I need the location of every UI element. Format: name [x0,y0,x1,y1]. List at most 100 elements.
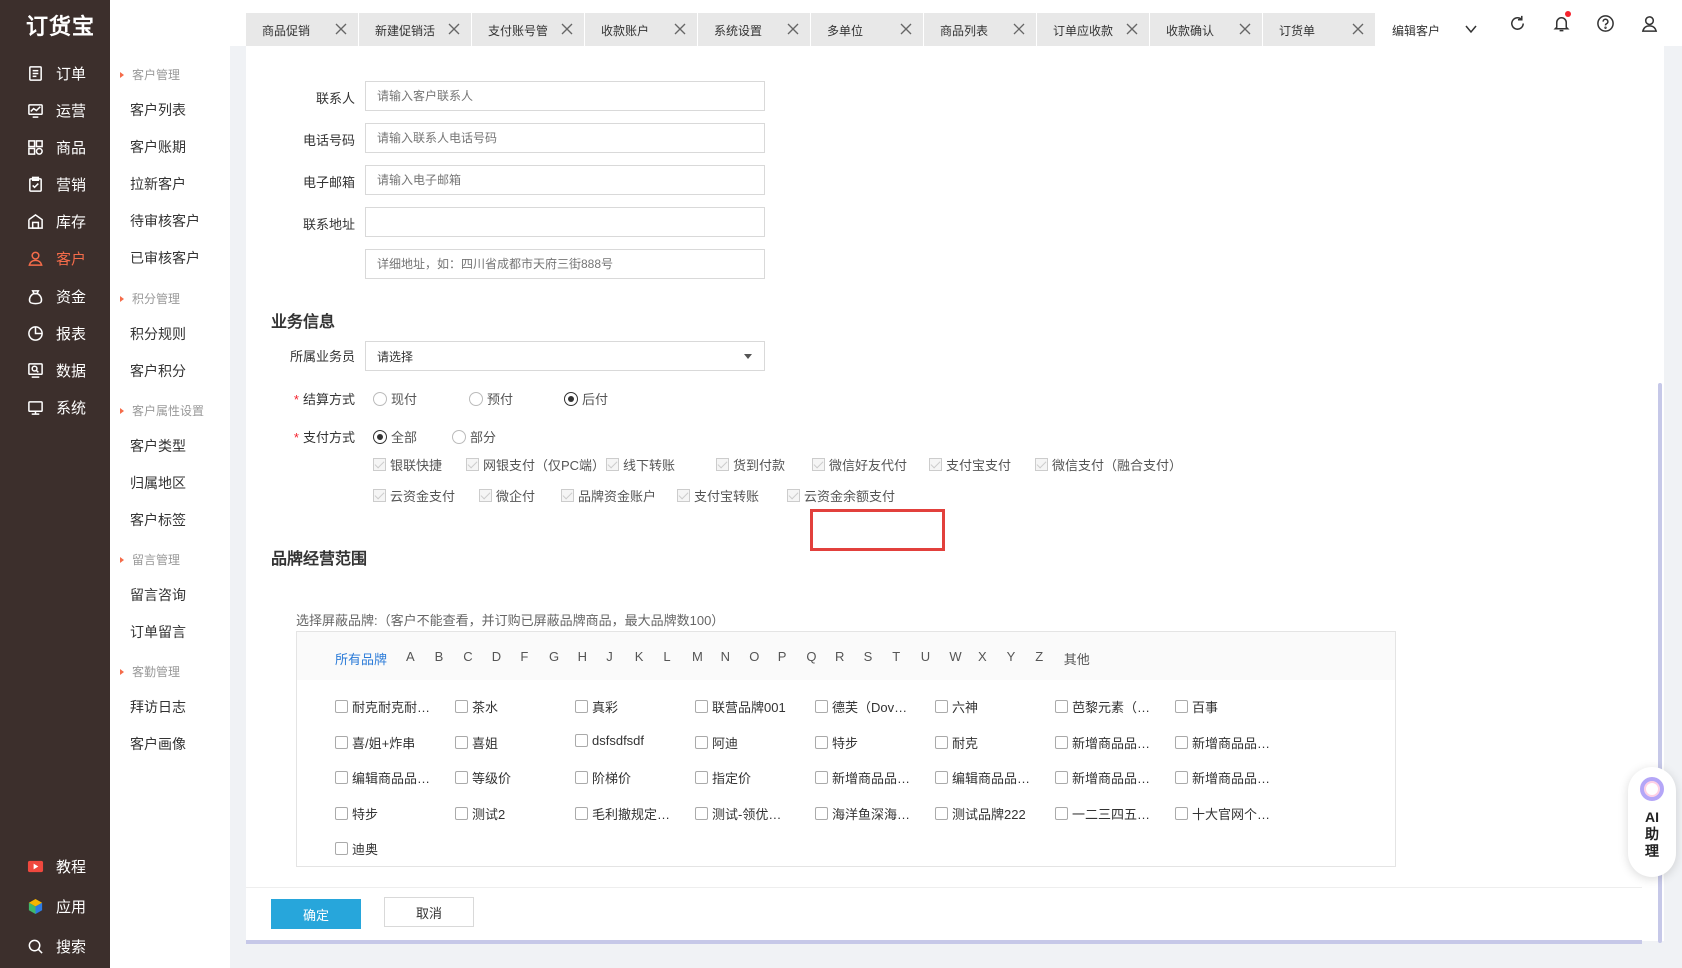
payment-method-checkbox[interactable]: 云资金余额支付 [787,486,895,505]
brand-checkbox[interactable]: 测试品牌222 [935,804,1026,823]
nav-item-system[interactable]: 系统 [0,387,110,427]
payment-method-checkbox[interactable]: 线下转账 [606,455,675,474]
brand-checkbox[interactable]: 新增商品品… [1055,768,1150,787]
payment-method-checkbox[interactable]: 微企付 [479,486,535,505]
tab-item[interactable]: 商品促销 [246,13,358,48]
tab-item[interactable]: 收款账户 [585,13,697,48]
brand-letter-filter-item[interactable]: O [749,649,759,664]
brand-checkbox[interactable]: 喜/姐+炸串 [335,733,415,752]
payment-method-checkbox[interactable]: 网银支付（仅PC端） [466,455,605,474]
brand-checkbox[interactable]: 特步 [335,804,378,823]
close-icon[interactable] [1125,22,1139,36]
brand-checkbox[interactable]: 测试2 [455,804,505,823]
subnav-item-region[interactable]: 归属地区 [130,473,186,493]
subnav-item-message[interactable]: 留言咨询 [130,585,186,605]
brand-checkbox[interactable]: 喜姐 [455,733,498,752]
cancel-button[interactable]: 取消 [384,897,474,927]
horizontal-scrollbar[interactable] [246,940,1642,944]
subnav-item-customer-portrait[interactable]: 客户画像 [130,734,186,754]
brand-checkbox[interactable]: 一二三四五… [1055,804,1150,823]
nav-item-report[interactable]: 报表 [0,313,110,353]
brand-checkbox[interactable]: 特步 [815,733,858,752]
payment-method-checkbox[interactable]: 品牌资金账户 [561,486,656,505]
brand-letter-filter-item[interactable]: X [978,649,987,664]
brand-checkbox[interactable]: 编辑商品品… [335,768,430,787]
subnav-item-customer-type[interactable]: 客户类型 [130,436,186,456]
brand-letter-filter-item[interactable]: B [435,649,444,664]
payment-method-checkbox[interactable]: 支付宝支付 [929,455,1011,474]
nav-item-apps[interactable]: 应用 [0,886,110,926]
subnav-item-approved-customer[interactable]: 已审核客户 [130,248,200,268]
salesperson-select[interactable]: 请选择 [365,341,765,371]
brand-checkbox[interactable]: 阿迪 [695,733,738,752]
close-icon[interactable] [786,22,800,36]
payment-method-checkbox[interactable]: 银联快捷 [373,455,442,474]
brand-checkbox[interactable]: 阶梯价 [575,768,631,787]
brand-letter-filter-item[interactable]: U [921,649,930,664]
subnav-item-customer-tag[interactable]: 客户标签 [130,510,186,530]
tab-item[interactable]: 商品列表 [924,13,1036,48]
brand-letter-filter-item[interactable]: P [778,649,787,664]
address-input[interactable] [365,207,765,237]
payment-method-checkbox[interactable]: 云资金支付 [373,486,455,505]
brand-checkbox[interactable]: 新增商品品… [1175,733,1270,752]
close-icon[interactable] [899,22,913,36]
close-icon[interactable] [1351,22,1365,36]
brand-letter-filter-item[interactable]: F [520,649,528,664]
brand-letter-filter-item[interactable]: Y [1007,649,1016,664]
tab-item[interactable]: 多单位 [811,13,923,48]
brand-checkbox[interactable]: 芭黎元素（… [1055,697,1150,716]
email-input[interactable] [365,165,765,195]
tab-item[interactable]: 新建促销活 [359,13,471,48]
brand-letter-filter-item[interactable]: M [692,649,703,664]
brand-checkbox[interactable]: 德芙（Dov… [815,697,907,716]
phone-input[interactable] [365,123,765,153]
close-icon[interactable] [560,22,574,36]
brand-letter-filter-item[interactable]: D [492,649,501,664]
confirm-button[interactable]: 确定 [271,899,361,929]
nav-item-goods[interactable]: 商品 [0,127,110,167]
nav-item-fund[interactable]: 资金 [0,276,110,316]
brand-letter-filter-item[interactable]: J [606,649,613,664]
subnav-item-pending-customer[interactable]: 待审核客户 [130,211,200,231]
help-icon[interactable] [1594,12,1616,34]
brand-checkbox[interactable]: 测试-领优… [695,804,781,823]
brand-letter-filter-item[interactable]: A [406,649,415,664]
brand-letter-filter-item[interactable]: N [721,649,730,664]
close-icon[interactable] [1238,22,1252,36]
tab-item[interactable]: 编辑客户 [1376,13,1488,48]
brand-letter-filter-item[interactable]: Z [1035,649,1043,664]
tab-item[interactable]: 订货单 [1263,13,1375,48]
brand-checkbox[interactable]: 迪奥 [335,839,378,858]
brand-checkbox[interactable]: 百事 [1175,697,1218,716]
tab-item[interactable]: 系统设置 [698,13,810,48]
brand-letter-filter-item[interactable]: C [463,649,472,664]
brand-letter-filter-item[interactable]: W [949,649,961,664]
settlement-radio-cash[interactable]: 现付 [373,389,417,408]
close-icon[interactable] [1012,22,1026,36]
payment-method-checkbox[interactable]: 微信好友代付 [812,455,907,474]
ai-assistant-button[interactable]: AI 助 理 [1628,767,1676,877]
subnav-item-order-message[interactable]: 订单留言 [130,622,186,642]
settlement-radio-prepay[interactable]: 预付 [469,389,513,408]
refresh-icon[interactable] [1506,12,1528,34]
nav-item-warehouse[interactable]: 库存 [0,201,110,241]
tab-item[interactable]: 支付账号管 [472,13,584,48]
brand-letter-filter-item[interactable]: H [578,649,587,664]
brand-checkbox[interactable]: 等级价 [455,768,511,787]
brand-checkbox[interactable]: 六神 [935,697,978,716]
brand-letter-filter-item[interactable]: S [864,649,873,664]
contact-input[interactable] [365,81,765,111]
nav-item-data[interactable]: 数据 [0,350,110,390]
nav-item-tutorial[interactable]: 教程 [0,846,110,886]
nav-item-search[interactable]: 搜索 [0,926,110,966]
brand-checkbox[interactable]: 新增商品品… [815,768,910,787]
brand-checkbox[interactable]: 茶水 [455,697,498,716]
payment-method-checkbox[interactable]: 货到付款 [716,455,785,474]
brand-letter-filter-item[interactable]: 所有品牌 [335,649,387,668]
subnav-item-customer-points[interactable]: 客户积分 [130,361,186,381]
tab-item[interactable]: 收款确认 [1150,13,1262,48]
brand-checkbox[interactable]: 海洋鱼深海… [815,804,910,823]
brand-checkbox[interactable]: 耐克 [935,733,978,752]
brand-checkbox[interactable]: 指定价 [695,768,751,787]
